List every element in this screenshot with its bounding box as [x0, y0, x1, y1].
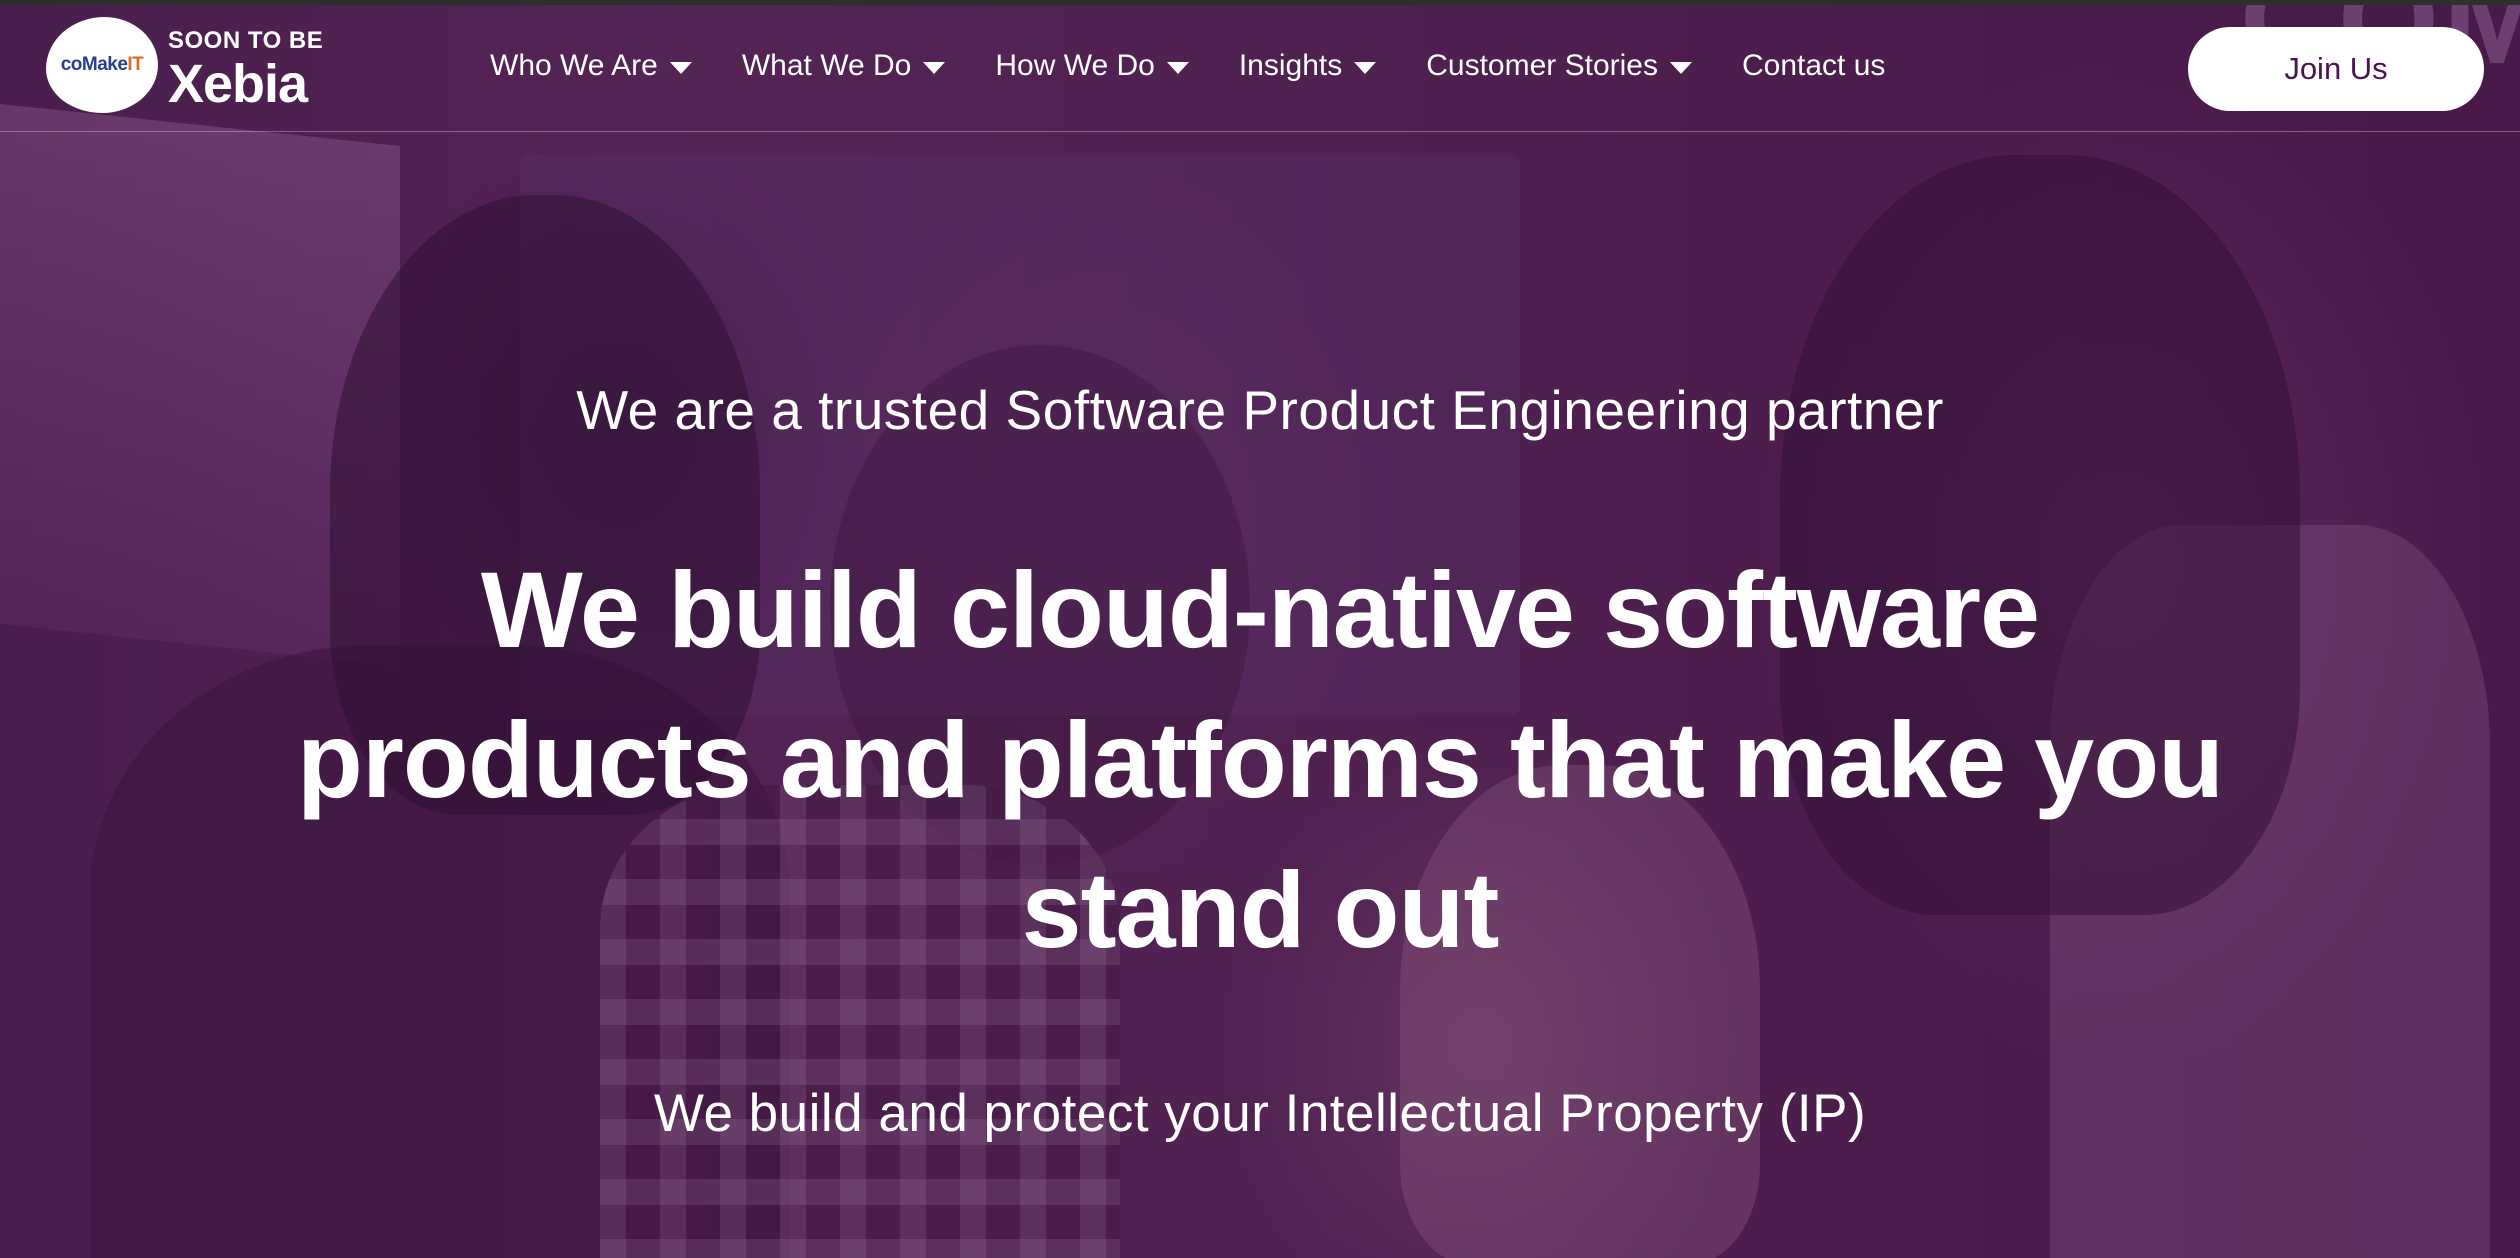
hero-tagline: We are a trusted Software Product Engine… — [576, 379, 1944, 441]
hero-section: We are a trusted Software Product Engine… — [0, 0, 2520, 1258]
hero-headline: We build cloud-native software products … — [296, 549, 2224, 970]
hero-subline: We build and protect your Intellectual P… — [653, 1084, 1867, 1143]
